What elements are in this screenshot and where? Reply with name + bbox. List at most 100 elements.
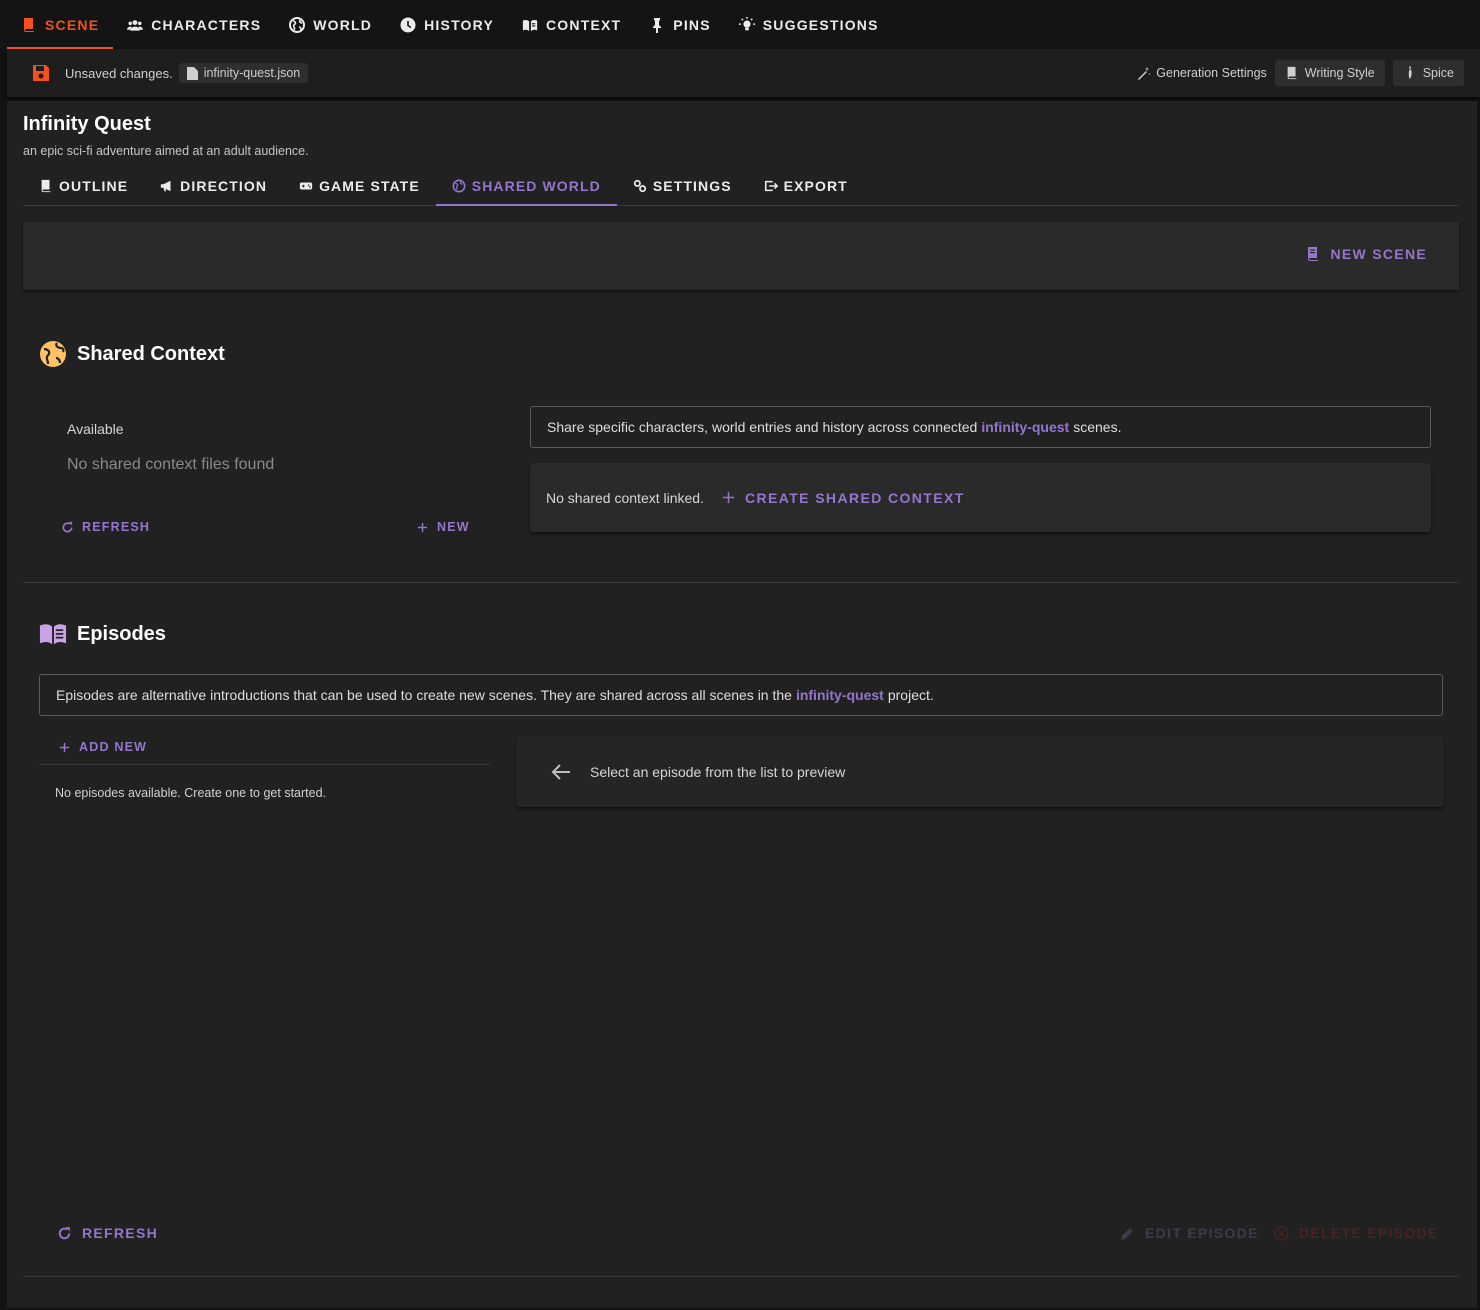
cogs-icon — [633, 179, 646, 193]
scene-subtabs: Outline Direction Game State Shared Worl… — [23, 167, 1459, 206]
refresh-episodes-button[interactable]: Refresh — [57, 1225, 158, 1241]
episode-preview: Select an episode from the list to previ… — [516, 737, 1444, 807]
spice-label: Spice — [1422, 66, 1454, 80]
main-panel: Infinity Quest an epic sci-fi adventure … — [7, 101, 1477, 1308]
tab-pins[interactable]: Pins — [635, 0, 724, 49]
edit-label: Edit Episode — [1145, 1225, 1259, 1241]
info-text: Episodes are alternative introductions t… — [56, 687, 792, 703]
generation-settings-button[interactable]: Generation Settings — [1137, 62, 1267, 84]
section-title: Shared Context — [77, 342, 225, 365]
shared-context-link-card: No shared context linked. Create Shared … — [530, 463, 1431, 532]
add-episode-button[interactable]: Add New — [58, 740, 147, 754]
scene-title: Infinity Quest — [23, 113, 151, 135]
refresh-shared-context-button[interactable]: Refresh — [61, 520, 150, 534]
section-divider — [23, 582, 1459, 583]
tab-export[interactable]: Export — [748, 167, 864, 205]
pin-icon — [653, 17, 662, 33]
tab-characters[interactable]: Characters — [113, 0, 275, 49]
tab-label: Outline — [59, 178, 129, 194]
new-shared-context-button[interactable]: New — [416, 520, 470, 534]
tab-label: World — [313, 16, 373, 33]
plus-icon — [417, 522, 428, 532]
tab-history[interactable]: History — [386, 0, 508, 49]
arrow-left-icon — [551, 764, 570, 780]
tab-outline[interactable]: Outline — [23, 167, 144, 205]
project-name: infinity-quest — [981, 419, 1070, 435]
info-text-suffix: project. — [887, 687, 934, 703]
tab-label: Context — [545, 16, 622, 33]
globe-icon — [289, 16, 306, 33]
episodes-empty: No episodes available. Create one to get… — [55, 786, 327, 800]
tab-direction[interactable]: Direction — [144, 167, 283, 205]
tab-world[interactable]: World — [275, 0, 386, 49]
tab-label: Pins — [673, 16, 711, 33]
available-label: Available — [67, 421, 124, 437]
no-link-text: No shared context linked. — [546, 489, 704, 506]
episodes-info: Episodes are alternative introductions t… — [39, 674, 1443, 716]
shared-context-heading: Shared Context — [39, 340, 225, 368]
shared-context-info: Share specific characters, world entries… — [530, 406, 1431, 448]
pencil-icon — [1121, 1227, 1133, 1240]
megaphone-icon — [161, 180, 171, 192]
refresh-label: Refresh — [82, 1225, 158, 1241]
scene-description: an epic sci-fi adventure aimed at an adu… — [23, 144, 309, 158]
close-circle-icon — [1274, 1225, 1289, 1241]
new-scene-button[interactable]: New Scene — [1305, 246, 1428, 262]
file-chip[interactable]: infinity-quest.json — [178, 63, 309, 83]
tab-label: Characters — [151, 16, 262, 33]
section-title: Episodes — [77, 622, 166, 645]
delete-episode-button[interactable]: Delete Episode — [1274, 1225, 1439, 1241]
tab-label: Settings — [652, 178, 732, 194]
episodes-list-divider — [39, 764, 490, 765]
writing-style-label: Writing Style — [1304, 66, 1375, 80]
magic-wand-icon — [1138, 67, 1151, 80]
tab-settings[interactable]: Settings — [617, 167, 748, 205]
tab-scene[interactable]: Scene — [7, 0, 114, 49]
lightbulb-icon — [738, 16, 755, 30]
book-icon — [1307, 247, 1318, 261]
add-new-label: Add New — [79, 740, 148, 754]
create-label: Create Shared Context — [744, 489, 965, 506]
tab-suggestions[interactable]: Suggestions — [725, 0, 893, 49]
book-icon — [24, 17, 34, 32]
tab-label: Shared World — [471, 178, 601, 194]
globe-icon — [40, 341, 66, 367]
plus-icon — [59, 742, 70, 752]
generation-settings-label: Generation Settings — [1156, 66, 1267, 80]
book-open-icon — [522, 19, 538, 31]
chili-pepper-icon — [1408, 66, 1412, 79]
refresh-icon — [62, 521, 73, 532]
bottom-divider — [23, 1276, 1459, 1277]
book-icon — [1287, 66, 1297, 80]
edit-episode-button[interactable]: Edit Episode — [1120, 1225, 1259, 1241]
shared-context-empty: No shared context files found — [67, 456, 275, 473]
spice-button[interactable]: Spice — [1392, 60, 1464, 86]
info-text: Share specific characters, world entries… — [547, 419, 978, 435]
gamepad-icon — [299, 182, 313, 190]
tab-label: Suggestions — [762, 16, 879, 33]
clock-icon — [400, 17, 416, 32]
tab-label: Game State — [319, 178, 420, 194]
tab-label: History — [424, 16, 494, 33]
save-icon[interactable] — [31, 63, 51, 83]
episodes-heading: Episodes — [39, 620, 166, 648]
tab-context[interactable]: Context — [508, 0, 635, 49]
refresh-icon — [58, 1226, 71, 1239]
unsaved-status: Unsaved changes. — [65, 65, 173, 81]
plus-icon — [722, 491, 735, 504]
top-navigation: Scene Characters World History Context P… — [0, 0, 1480, 49]
tab-label: Export — [783, 178, 848, 194]
tab-game-state[interactable]: Game State — [283, 167, 436, 205]
writing-style-button[interactable]: Writing Style — [1274, 60, 1385, 86]
create-shared-context-button[interactable]: Create Shared Context — [722, 490, 965, 506]
book-icon — [41, 179, 51, 193]
status-bar: Unsaved changes. infinity-quest.json Gen… — [7, 49, 1480, 97]
delete-label: Delete Episode — [1299, 1225, 1439, 1241]
file-name: infinity-quest.json — [203, 66, 301, 80]
status-actions: Generation Settings Writing Style Spice — [1137, 60, 1464, 86]
scene-toolbar: New Scene — [23, 222, 1459, 290]
new-label: New — [437, 520, 470, 534]
tab-label: Scene — [45, 16, 100, 33]
tab-shared-world[interactable]: Shared World — [435, 167, 617, 206]
preview-hint: Select an episode from the list to previ… — [590, 764, 846, 780]
